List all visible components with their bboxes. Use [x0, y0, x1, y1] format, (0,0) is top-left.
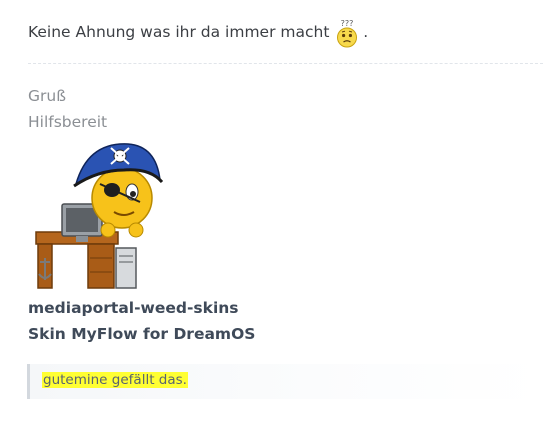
post-message-end: .	[363, 23, 369, 41]
confused-smiley-icon: ???	[336, 18, 358, 48]
likes-summary: gutemine gefällt das.	[42, 372, 188, 388]
pirate-computer-icon	[28, 140, 164, 295]
smiley-question-marks: ???	[341, 19, 354, 28]
likes-suffix: gefällt das.	[107, 372, 187, 388]
likes-bar: gutemine gefällt das.	[27, 364, 543, 399]
signature-name: Hilfsbereit	[28, 113, 108, 131]
signature-greeting: Gruß	[28, 87, 66, 105]
post-message: Keine Ahnung was ihr da immer macht ??? …	[28, 18, 368, 48]
signature-skin-line-2: Skin MyFlow for DreamOS	[28, 325, 256, 343]
signature-skin-line-1: mediaportal-weed-skins	[28, 299, 239, 317]
post-container: Keine Ahnung was ihr da immer macht ??? …	[0, 0, 543, 426]
signature-divider	[28, 63, 543, 64]
liker-user-link[interactable]: gutemine	[43, 372, 108, 388]
post-message-text: Keine Ahnung was ihr da immer macht	[28, 23, 330, 41]
